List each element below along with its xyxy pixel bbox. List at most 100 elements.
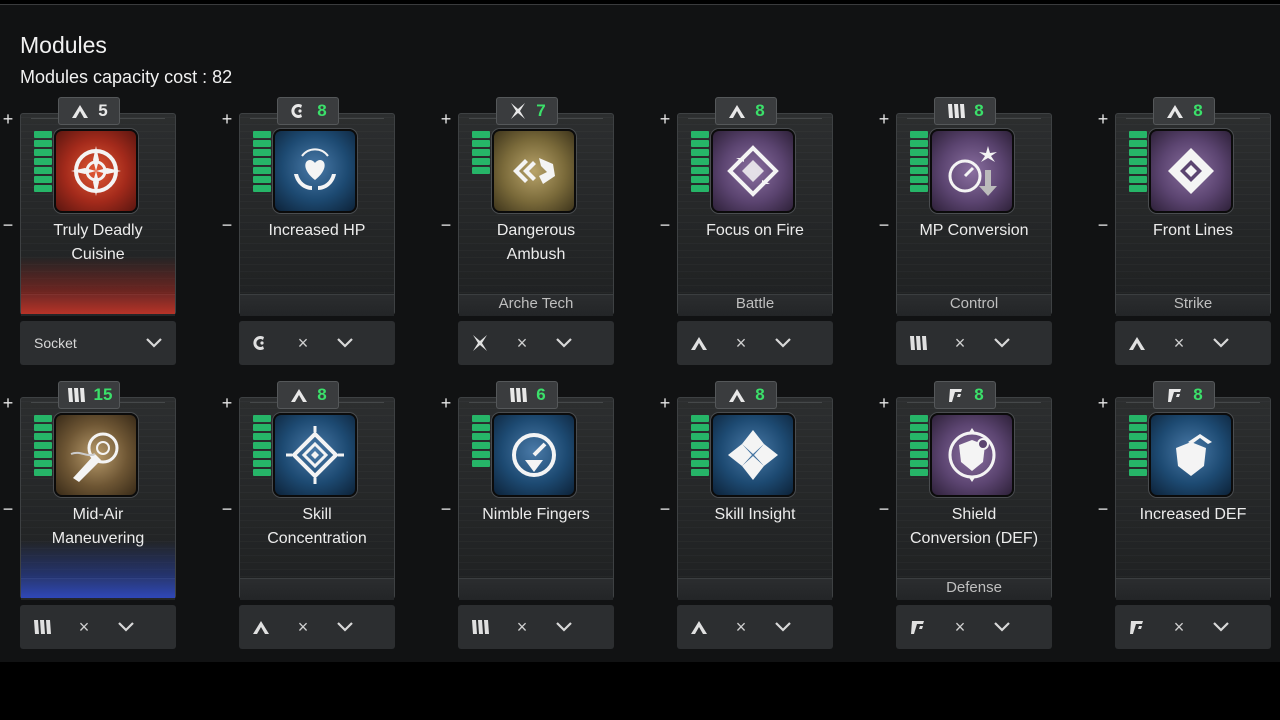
ambush-icon[interactable] <box>492 129 576 213</box>
chevron-down-icon[interactable] <box>323 338 367 348</box>
chevron-down-icon[interactable] <box>980 338 1024 348</box>
remove-module-button[interactable]: × <box>940 333 980 354</box>
module-name: Increased HP <box>268 222 366 239</box>
socket-bar[interactable]: × <box>458 605 614 649</box>
module-card[interactable]: + − 8 Front Lines Strike × <box>1095 97 1271 367</box>
remove-module-button[interactable]: × <box>283 333 323 354</box>
shield-up-icon[interactable] <box>1149 413 1233 497</box>
socket-bar[interactable]: × <box>677 321 833 365</box>
diamond-rays-icon[interactable] <box>273 413 357 497</box>
module-card[interactable]: + − 8 MP Conversion Control × <box>876 97 1052 367</box>
chevron-down-icon[interactable] <box>1199 622 1243 632</box>
decrease-button[interactable]: − <box>0 499 16 520</box>
module-card[interactable]: + − 8 Focus on Fire Battle × <box>657 97 833 367</box>
shield-cycle-icon[interactable] <box>930 413 1014 497</box>
level-bars <box>910 131 928 192</box>
remove-module-button[interactable]: × <box>721 333 761 354</box>
chevron-down-icon[interactable] <box>323 622 367 632</box>
diamond-burst-icon[interactable] <box>1149 129 1233 213</box>
chevron-down-icon[interactable] <box>132 338 176 348</box>
remove-module-button[interactable]: × <box>502 333 542 354</box>
diamond-split-icon[interactable] <box>711 413 795 497</box>
level-bar <box>34 176 52 183</box>
module-card[interactable]: + − 15 Mid-Air Maneuvering × <box>0 381 176 651</box>
module-card[interactable]: + − 8 Shield Conversion (DEF) Defense × <box>876 381 1052 651</box>
decrease-button[interactable]: − <box>438 215 454 236</box>
remove-module-button[interactable]: × <box>721 617 761 638</box>
decrease-button[interactable]: − <box>0 215 16 236</box>
socket-bar[interactable]: × <box>239 321 395 365</box>
increase-button[interactable]: + <box>876 393 892 414</box>
gear-sun-icon[interactable] <box>54 129 138 213</box>
socket-bar[interactable]: × <box>458 321 614 365</box>
heart-hands-icon[interactable] <box>273 129 357 213</box>
gauge-arrow-icon[interactable] <box>930 129 1014 213</box>
module-card[interactable]: + − 8 Increased DEF × <box>1095 381 1271 651</box>
level-bar <box>1129 131 1147 138</box>
level-bar <box>472 424 490 431</box>
level-bar <box>253 158 271 165</box>
socket-bar[interactable]: × <box>1115 605 1271 649</box>
decrease-button[interactable]: − <box>219 499 235 520</box>
socket-bar[interactable]: × <box>1115 321 1271 365</box>
decrease-button[interactable]: − <box>1095 499 1111 520</box>
chevron-down-icon[interactable] <box>542 622 586 632</box>
chevron-down-icon[interactable] <box>542 338 586 348</box>
attack-chevron-icon <box>727 102 747 120</box>
chevron-down-icon[interactable] <box>104 622 148 632</box>
module-card[interactable]: + − 8 Skill Concentration × <box>219 381 395 651</box>
chevron-down-icon[interactable] <box>980 622 1024 632</box>
level-bar <box>1129 424 1147 431</box>
chevron-down-icon[interactable] <box>761 622 805 632</box>
decrease-button[interactable]: − <box>1095 215 1111 236</box>
socket-bar[interactable]: × <box>896 605 1052 649</box>
remove-module-button[interactable]: × <box>502 617 542 638</box>
increase-button[interactable]: + <box>438 393 454 414</box>
socket-bar[interactable]: Socket <box>20 321 176 365</box>
chevron-down-icon[interactable] <box>761 338 805 348</box>
remove-module-button[interactable]: × <box>283 617 323 638</box>
socket-bar[interactable]: × <box>239 605 395 649</box>
module-card[interactable]: + − 8 Increased HP × <box>219 97 395 367</box>
module-card[interactable]: + − 8 Skill Insight × <box>657 381 833 651</box>
module-card[interactable]: + − 7 Dangerous Ambush Arche Tech × <box>438 97 614 367</box>
module-card[interactable]: + − 5 Truly Deadly Cuisine Socket <box>0 97 176 367</box>
remove-module-button[interactable]: × <box>1159 333 1199 354</box>
clock-arrow-icon[interactable] <box>492 413 576 497</box>
chevron-down-icon[interactable] <box>1199 338 1243 348</box>
decrease-button[interactable]: − <box>876 499 892 520</box>
module-card[interactable]: + − 6 Nimble Fingers × <box>438 381 614 651</box>
level-bar <box>253 149 271 156</box>
diamond-arrows-icon[interactable] <box>711 129 795 213</box>
cross-star-icon <box>508 102 528 120</box>
level-bar <box>472 131 490 138</box>
increase-button[interactable]: + <box>219 393 235 414</box>
increase-button[interactable]: + <box>876 109 892 130</box>
decrease-button[interactable]: − <box>657 499 673 520</box>
level-bar <box>691 442 709 449</box>
level-bar <box>34 131 52 138</box>
socket-bar[interactable]: × <box>20 605 176 649</box>
increase-button[interactable]: + <box>1095 109 1111 130</box>
increase-button[interactable]: + <box>219 109 235 130</box>
remove-module-button[interactable]: × <box>64 617 104 638</box>
decrease-button[interactable]: − <box>438 499 454 520</box>
socket-bar[interactable]: × <box>896 321 1052 365</box>
increase-button[interactable]: + <box>0 109 16 130</box>
increase-button[interactable]: + <box>657 109 673 130</box>
cost-value: 8 <box>755 385 765 404</box>
claw-target-icon[interactable] <box>54 413 138 497</box>
remove-module-button[interactable]: × <box>1159 617 1199 638</box>
increase-button[interactable]: + <box>0 393 16 414</box>
increase-button[interactable]: + <box>657 393 673 414</box>
decrease-button[interactable]: − <box>657 215 673 236</box>
socket-bar[interactable]: × <box>677 605 833 649</box>
increase-button[interactable]: + <box>438 109 454 130</box>
page-title: Modules <box>20 32 107 58</box>
cost-value: 8 <box>1193 385 1203 404</box>
decrease-button[interactable]: − <box>876 215 892 236</box>
level-bar <box>253 176 271 183</box>
increase-button[interactable]: + <box>1095 393 1111 414</box>
remove-module-button[interactable]: × <box>940 617 980 638</box>
decrease-button[interactable]: − <box>219 215 235 236</box>
